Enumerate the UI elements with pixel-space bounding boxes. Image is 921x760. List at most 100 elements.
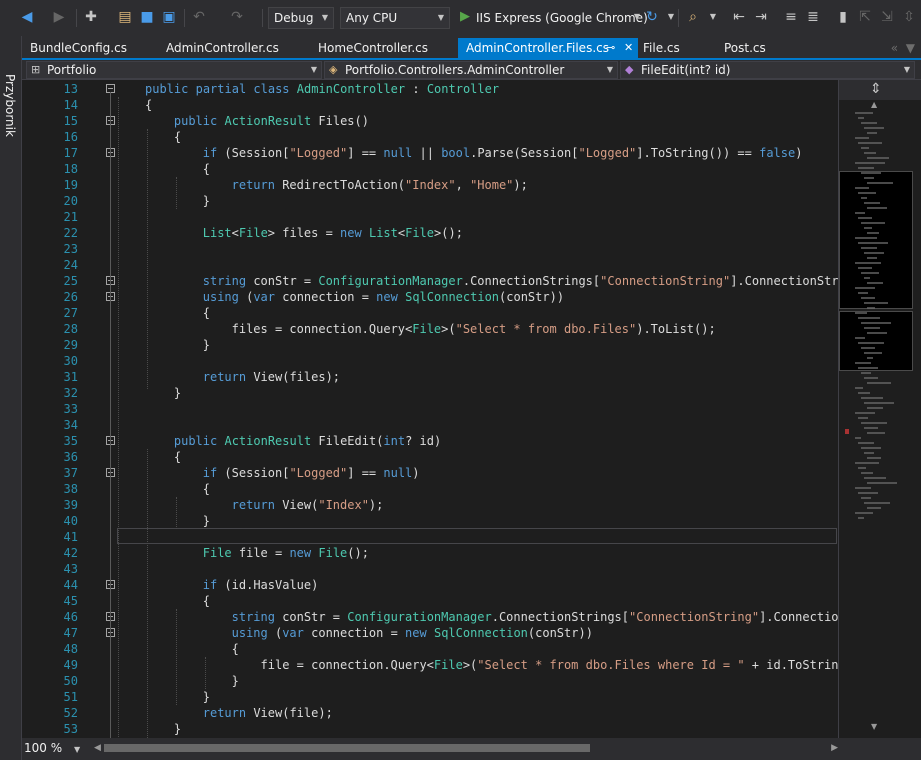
line-number: 47 (63, 626, 78, 640)
save-icon[interactable]: ■ (138, 8, 156, 26)
map-line (858, 117, 864, 119)
map-line (861, 297, 875, 299)
map-line (858, 492, 878, 494)
configuration-select[interactable]: Debug ▼ (268, 7, 334, 29)
tab-bundleconfig[interactable]: BundleConfig.cs (22, 38, 158, 58)
back-icon[interactable]: ◀ (18, 8, 36, 26)
project-dropdown[interactable]: ⊞ Portfolio ▼ (26, 61, 322, 79)
redo-icon[interactable]: ↷ (228, 8, 246, 26)
find-icon[interactable]: ⌕ (684, 8, 702, 26)
new-project-icon[interactable]: ✚ (82, 8, 100, 26)
line-number: 22 (63, 226, 78, 240)
tab-homecontroller[interactable]: HomeController.cs (310, 38, 462, 58)
type-dropdown[interactable]: ◈ Portfolio.Controllers.AdminController … (324, 61, 618, 79)
chevron-down-icon: ▼ (321, 13, 328, 22)
code-line: public ActionResult FileEdit(int? id) (173, 434, 442, 448)
chevron-down-icon: ▼ (310, 65, 317, 74)
undo-icon[interactable]: ↶ (190, 8, 208, 26)
scroll-down-icon[interactable]: ▼ (871, 722, 877, 731)
tab-admincontroller[interactable]: AdminController.cs (158, 38, 310, 58)
map-line (855, 237, 877, 239)
refresh-icon[interactable]: ↻ (643, 8, 661, 26)
map-viewport-bottom (839, 311, 913, 371)
map-line (867, 382, 891, 384)
map-line (864, 452, 874, 454)
member-dropdown[interactable]: ◆ FileEdit(int? id) ▼ (620, 61, 915, 79)
map-line (855, 462, 879, 464)
line-number: 53 (63, 722, 78, 736)
uncomment-icon[interactable]: ≣ (804, 8, 822, 26)
class-icon: ◈ (329, 63, 338, 76)
indent-icon[interactable]: ⇤ (730, 8, 748, 26)
code-line: } (202, 514, 210, 528)
chevron-down-icon[interactable]: ▼ (704, 8, 722, 26)
toolbox-tab[interactable]: Przybornik (2, 74, 18, 137)
scroll-up-icon[interactable]: ▲ (871, 100, 877, 109)
save-all-icon[interactable]: ▣ (160, 8, 178, 26)
toolbar-separator (184, 9, 185, 27)
outdent-icon[interactable]: ⇥ (752, 8, 770, 26)
line-number: 48 (63, 642, 78, 656)
run-target-label[interactable]: IIS Express (Google Chrome) (476, 9, 648, 27)
pin-icon[interactable]: ⊸ (606, 38, 615, 58)
line-number: 26 (63, 290, 78, 304)
code-line: public partial class AdminController : C… (145, 82, 500, 96)
close-icon[interactable]: ✕ (624, 38, 633, 58)
map-line (864, 402, 894, 404)
editor-footer: 100 % ▼ ◀ ▶ (22, 738, 921, 760)
code-line: string conStr = ConfigurationManager.Con… (202, 274, 838, 288)
tab-file[interactable]: File.cs (635, 38, 715, 58)
tab-admincontroller-files[interactable]: AdminController.Files.cs ⊸ ✕ (458, 38, 638, 58)
line-number: 41 (63, 530, 78, 544)
document-tabs: BundleConfig.cs AdminController.cs HomeC… (22, 38, 921, 58)
scroll-right-icon[interactable]: ▶ (831, 742, 838, 754)
project-icon: ⊞ (31, 63, 41, 76)
clear-bookmarks-icon[interactable]: ⇳ (900, 8, 918, 26)
line-number: 35 (63, 434, 78, 448)
code-line: return View(file); (202, 706, 333, 720)
member-name: FileEdit(int? id) (641, 63, 731, 77)
prev-bookmark-icon[interactable]: ⇱ (856, 8, 874, 26)
line-number: 30 (63, 354, 78, 368)
code-line: { (231, 642, 239, 656)
map-line (861, 372, 871, 374)
line-number: 43 (63, 562, 78, 576)
platform-select[interactable]: Any CPU ▼ (340, 7, 450, 29)
indent-guide (147, 129, 148, 389)
bookmark-icon[interactable]: ▮ (834, 8, 852, 26)
split-handle[interactable]: ⇕ (839, 80, 921, 100)
tab-label: AdminController.Files.cs (466, 41, 609, 55)
code-line: { (173, 450, 182, 464)
open-icon[interactable]: ▤ (116, 8, 134, 26)
map-line (858, 317, 880, 319)
method-icon: ◆ (625, 63, 634, 76)
map-line (861, 397, 883, 399)
horizontal-scrollbar[interactable]: ◀ ▶ (94, 742, 838, 754)
tab-label: AdminController.cs (166, 41, 279, 55)
map-line (861, 247, 877, 249)
play-icon[interactable]: ▶ (456, 8, 474, 26)
map-line (855, 187, 869, 189)
code-editor[interactable]: 13 14 15 16 17 18 19 20 21 22 23 24 25 26 27 28 29 30 31 32… (22, 80, 838, 738)
comment-icon[interactable]: ≡ (782, 8, 800, 26)
change-tracking-bar (97, 80, 103, 738)
forward-icon[interactable]: ▶ (50, 8, 68, 26)
next-bookmark-icon[interactable]: ⇲ (878, 8, 896, 26)
scroll-left-icon[interactable]: ◀ (94, 742, 101, 754)
line-number: 34 (63, 418, 78, 432)
indent-guide (175, 177, 177, 209)
tab-post[interactable]: Post.cs (716, 38, 796, 58)
zoom-select[interactable]: 100 % ▼ (24, 740, 80, 757)
tab-overflow-icon[interactable]: « ▼ (891, 38, 915, 58)
scrollbar-map[interactable]: ⇕ ▲ ▼ (838, 80, 921, 738)
split-icon[interactable]: ⇕ (870, 81, 882, 97)
code-line: if (Session["Logged"] == null) (202, 466, 420, 480)
map-viewport-top (839, 171, 913, 309)
line-number: 14 (63, 98, 78, 112)
horizontal-scroll-thumb[interactable] (104, 744, 590, 752)
line-number: 27 (63, 306, 78, 320)
map-line (858, 417, 868, 419)
map-line (858, 242, 888, 244)
line-number: 46 (63, 610, 78, 624)
map-line (855, 387, 863, 389)
